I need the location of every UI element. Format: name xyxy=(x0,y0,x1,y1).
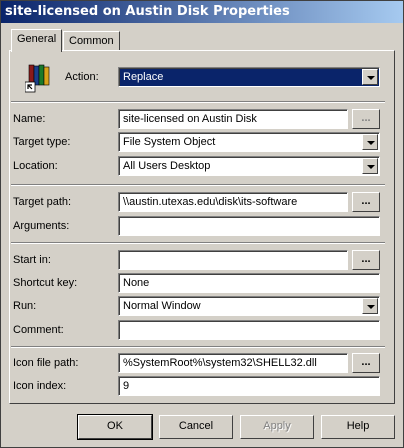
comment-label: Comment: xyxy=(13,324,64,336)
icon-file-path-value: %SystemRoot%\system32\SHELL32.dll xyxy=(123,357,317,369)
name-browse-button[interactable]: ... xyxy=(352,109,380,129)
chevron-down-icon[interactable] xyxy=(362,298,378,314)
window-title: site-licensed on Austin Disk Properties xyxy=(5,4,290,19)
shortcut-key-value: None xyxy=(123,277,150,289)
run-label: Run: xyxy=(13,300,37,312)
action-label: Action: xyxy=(65,71,99,83)
cancel-button[interactable]: Cancel xyxy=(159,415,233,439)
location-value: All Users Desktop xyxy=(123,160,211,172)
title-bar[interactable]: site-licensed on Austin Disk Properties xyxy=(1,1,403,23)
separator xyxy=(11,242,385,244)
icon-index-value: 9 xyxy=(123,380,130,392)
start-in-input[interactable] xyxy=(118,250,348,270)
icon-index-input[interactable]: 9 xyxy=(118,376,380,396)
location-select[interactable]: All Users Desktop xyxy=(118,156,380,176)
tab-common-label: Common xyxy=(69,35,114,47)
chevron-down-icon[interactable] xyxy=(362,134,378,150)
target-path-browse-button[interactable]: ... xyxy=(352,192,380,212)
arguments-label: Arguments: xyxy=(13,220,70,232)
target-path-input[interactable]: \\austin.utexas.edu\disk\its-software xyxy=(118,192,348,212)
target-type-select[interactable]: File System Object xyxy=(118,132,380,152)
icon-file-path-input[interactable]: %SystemRoot%\system32\SHELL32.dll xyxy=(118,353,348,373)
chevron-down-icon[interactable] xyxy=(362,158,378,174)
comment-input[interactable] xyxy=(118,320,380,340)
apply-button[interactable]: Apply xyxy=(240,415,314,439)
shortcut-books-icon xyxy=(25,64,50,93)
properties-dialog: site-licensed on Austin Disk Properties … xyxy=(0,0,404,448)
shortcut-key-input[interactable]: None xyxy=(118,273,380,293)
name-input[interactable]: site-licensed on Austin Disk xyxy=(118,109,348,129)
tab-common[interactable]: Common xyxy=(63,31,120,50)
target-path-label: Target path: xyxy=(13,196,72,208)
icon-index-label: Icon index: xyxy=(13,380,67,392)
separator xyxy=(11,346,385,348)
icon-file-path-browse-button[interactable]: ... xyxy=(352,353,380,373)
arguments-input[interactable] xyxy=(118,216,380,236)
target-type-label: Target type: xyxy=(13,136,71,148)
name-label: Name: xyxy=(13,113,46,125)
target-path-value: \\austin.utexas.edu\disk\its-software xyxy=(123,196,298,208)
icon-file-path-label: Icon file path: xyxy=(13,357,79,369)
start-in-label: Start in: xyxy=(13,254,51,266)
separator xyxy=(11,184,385,186)
action-value: Replace xyxy=(123,71,164,83)
target-type-value: File System Object xyxy=(123,136,216,148)
action-select[interactable]: Replace xyxy=(118,67,380,87)
separator xyxy=(11,101,385,103)
ok-button[interactable]: OK xyxy=(77,414,153,440)
run-value: Normal Window xyxy=(123,300,201,312)
tab-general[interactable]: General xyxy=(11,29,63,52)
help-button[interactable]: Help xyxy=(321,415,395,439)
name-value: site-licensed on Austin Disk xyxy=(123,113,257,125)
location-label: Location: xyxy=(13,160,58,172)
start-in-browse-button[interactable]: ... xyxy=(352,250,380,270)
run-select[interactable]: Normal Window xyxy=(118,296,380,316)
shortcut-key-label: Shortcut key: xyxy=(13,277,78,289)
tab-general-label: General xyxy=(17,33,57,45)
chevron-down-icon[interactable] xyxy=(362,69,378,85)
